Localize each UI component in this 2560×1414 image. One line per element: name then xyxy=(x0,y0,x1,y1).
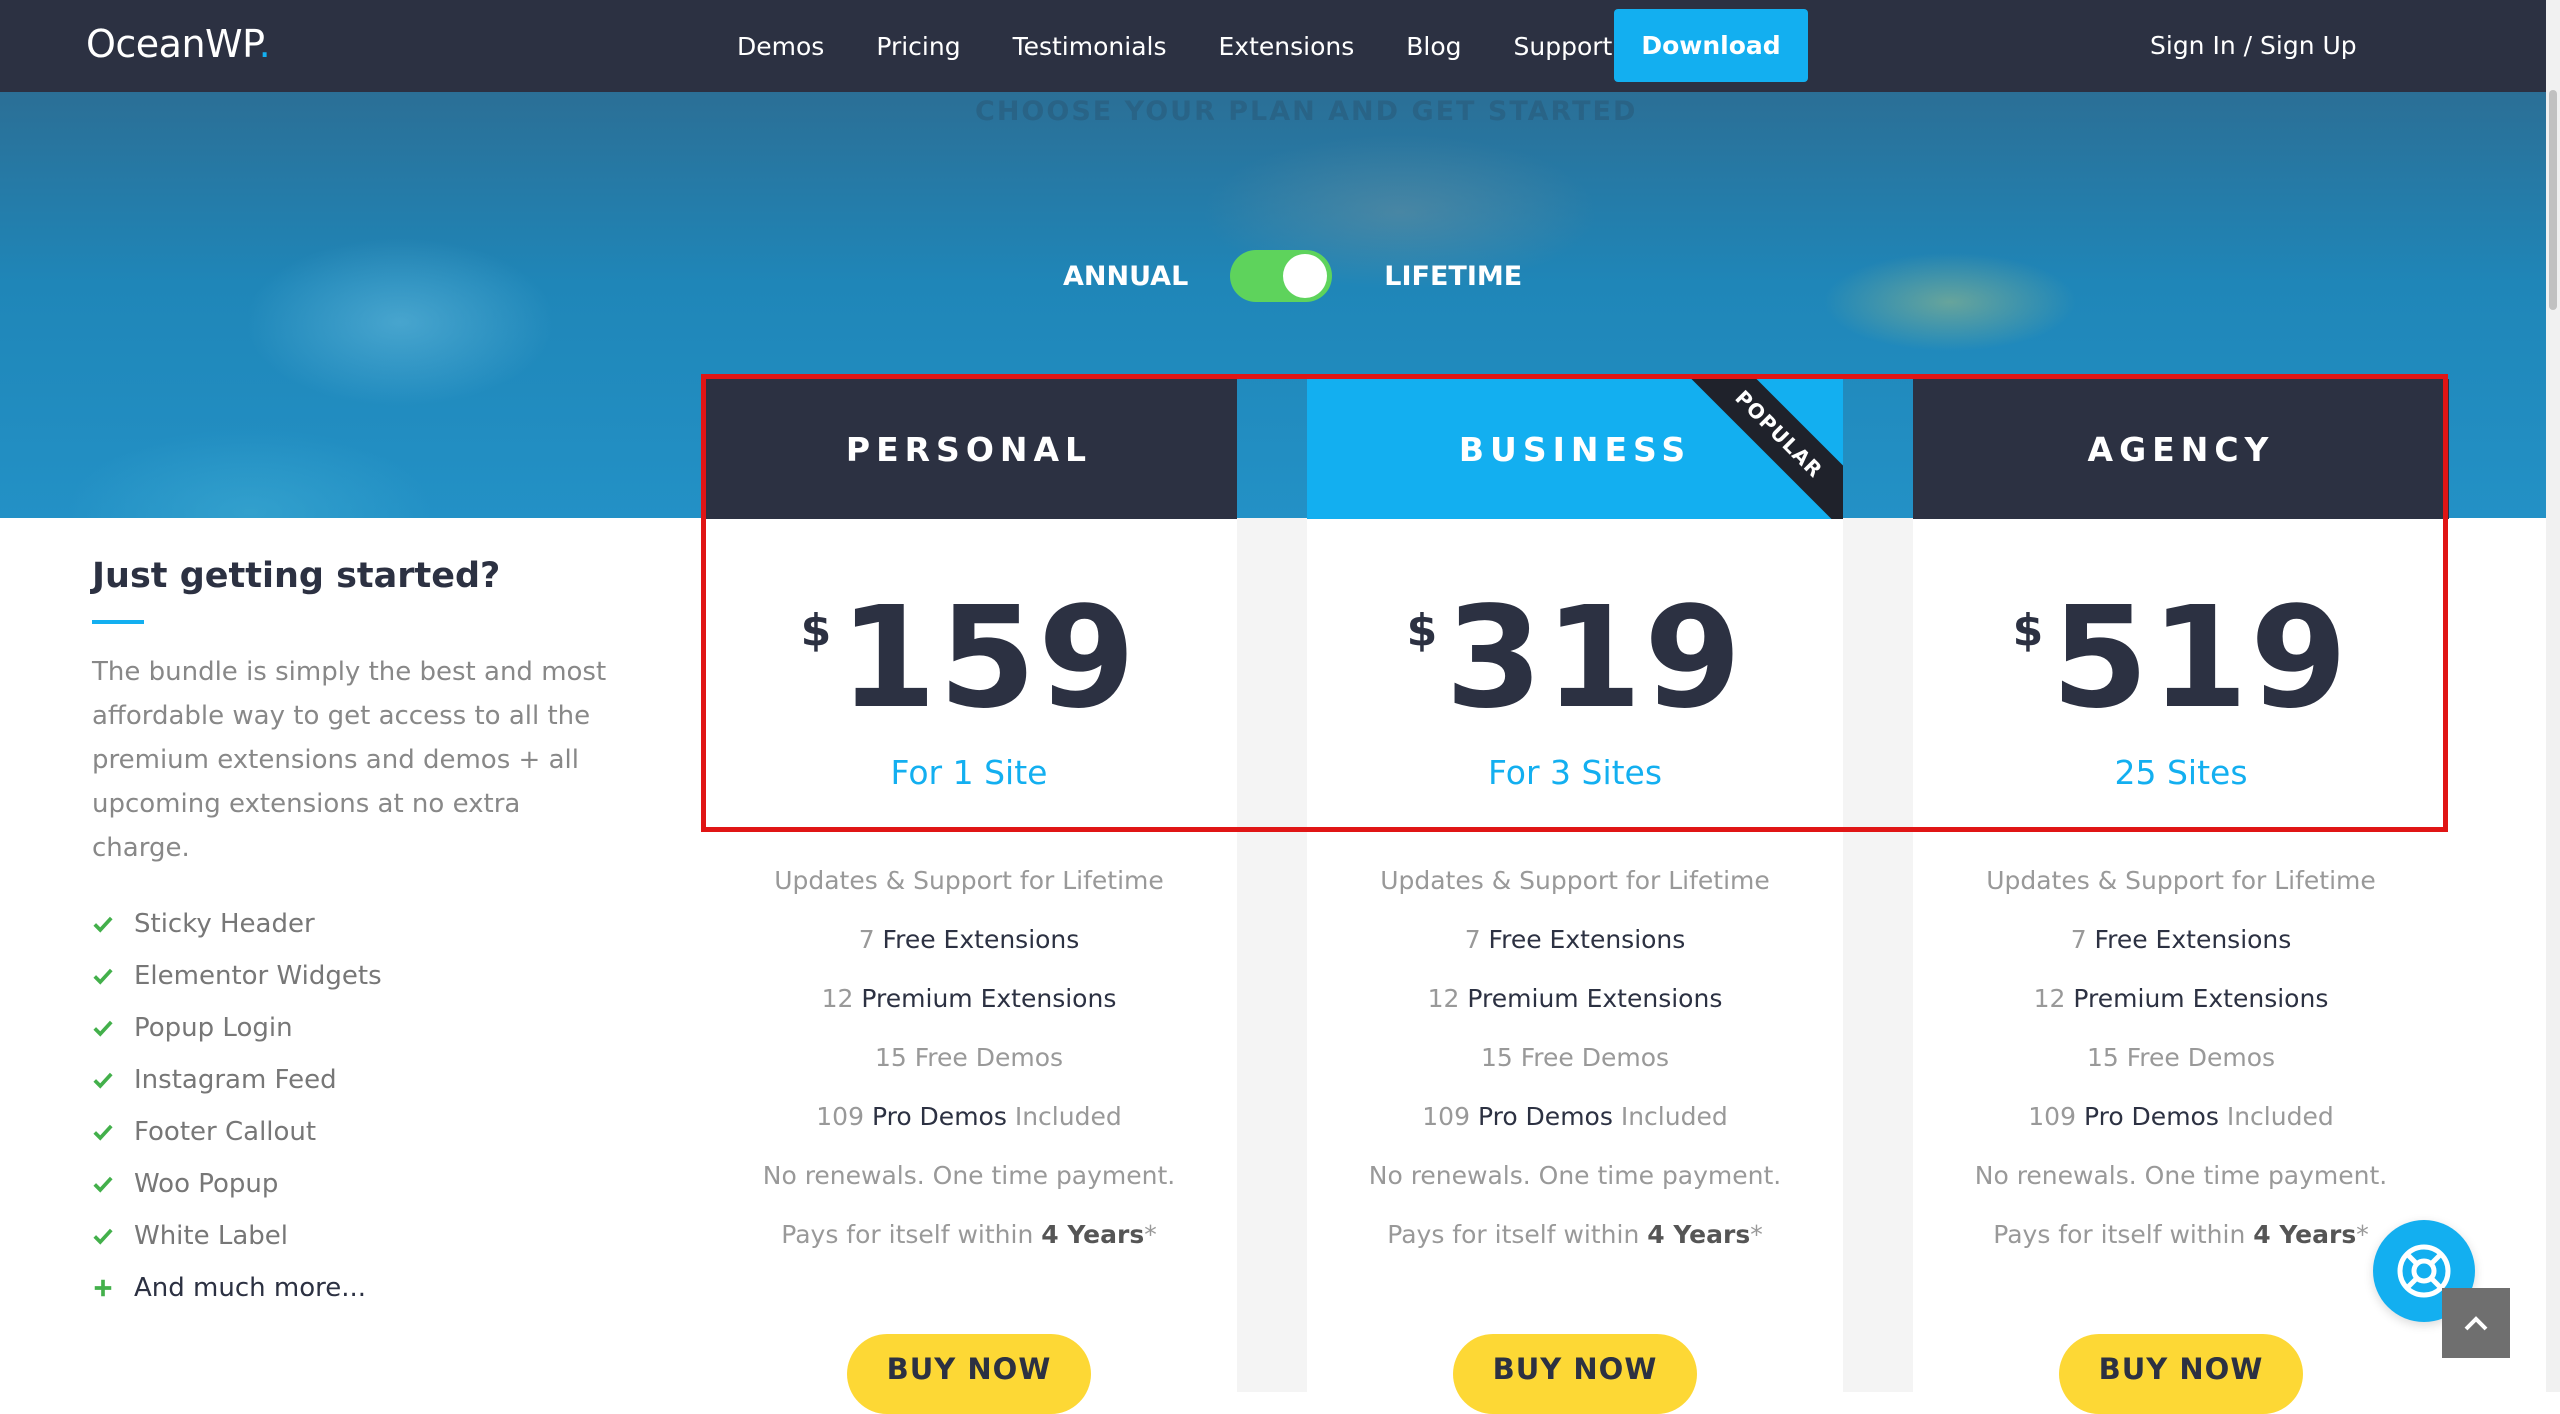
top-navigation-bar: OceanWP. Demos Pricing Testimonials Exte… xyxy=(0,0,2546,92)
sign-in-link[interactable]: Sign In / Sign Up xyxy=(2150,31,2357,60)
bundle-intro: Just getting started? The bundle is simp… xyxy=(92,556,612,1314)
check-icon xyxy=(93,1020,113,1037)
plus-icon xyxy=(94,1279,112,1297)
list-item: Elementor Widgets xyxy=(92,950,612,1002)
list-item: 15 Free Demos xyxy=(874,1043,1064,1072)
switch-knob xyxy=(1283,254,1328,298)
list-item: 15 Free Demos xyxy=(1480,1043,1670,1072)
list-item: 15 Free Demos xyxy=(2086,1043,2276,1072)
list-item: Updates & Support for Lifetime xyxy=(1986,866,2376,895)
list-item: 12 Premium Extensions xyxy=(821,984,1117,1013)
nav-item-testimonials[interactable]: Testimonials xyxy=(1013,32,1167,61)
plan-header: BUSINESS POPULAR xyxy=(1307,379,1843,519)
scroll-to-top-button[interactable] xyxy=(2442,1288,2510,1358)
card-gap xyxy=(1237,518,1307,1392)
plan-header: PERSONAL xyxy=(701,379,1237,519)
nav-item-pricing[interactable]: Pricing xyxy=(876,32,960,61)
toggle-label-lifetime[interactable]: LIFETIME xyxy=(1384,261,1522,292)
card-gap xyxy=(1843,518,1913,1392)
site-count: 25 Sites xyxy=(2114,753,2248,792)
bundle-feature-list: Sticky Header Elementor Widgets Popup Lo… xyxy=(92,898,612,1314)
chevron-up-icon xyxy=(2464,1316,2488,1331)
nav-item-demos[interactable]: Demos xyxy=(737,32,824,61)
list-item: Updates & Support for Lifetime xyxy=(1380,866,1770,895)
billing-switch[interactable] xyxy=(1230,250,1333,302)
list-item: 109 Pro Demos Included xyxy=(2028,1102,2334,1131)
plan-card-business: BUSINESS POPULAR $ 319 For 3 Sites Updat… xyxy=(1307,379,1843,1414)
list-item: Pays for itself within 4 Years* xyxy=(781,1220,1157,1249)
price-amount: 319 xyxy=(1445,577,1744,740)
check-icon xyxy=(93,1228,113,1245)
check-icon xyxy=(93,1176,113,1193)
nav-item-support[interactable]: Support xyxy=(1514,32,1613,61)
intro-title: Just getting started? xyxy=(92,556,501,596)
list-item-more: And much more... xyxy=(92,1262,612,1314)
list-item: Updates & Support for Lifetime xyxy=(774,866,1164,895)
list-item: 7 Free Extensions xyxy=(2070,925,2292,954)
faded-section-heading: CHOOSE YOUR PLAN AND GET STARTED xyxy=(975,96,1638,127)
plan-feature-list: Updates & Support for Lifetime 7 Free Ex… xyxy=(1307,866,1843,1279)
nav-item-extensions[interactable]: Extensions xyxy=(1218,32,1354,61)
list-item: Instagram Feed xyxy=(92,1054,612,1106)
plan-feature-list: Updates & Support for Lifetime 7 Free Ex… xyxy=(701,866,1237,1279)
plan-price: $ 319 xyxy=(1307,589,1843,729)
list-item: White Label xyxy=(92,1210,612,1262)
list-item: No renewals. One time payment. xyxy=(762,1161,1176,1190)
currency-symbol: $ xyxy=(1406,605,1438,656)
list-item: 7 Free Extensions xyxy=(858,925,1080,954)
check-icon xyxy=(93,916,113,933)
billing-toggle: ANNUAL LIFETIME xyxy=(1063,250,1522,302)
list-item: Woo Popup xyxy=(92,1158,612,1210)
plan-card-agency: AGENCY $ 519 25 Sites Updates & Support … xyxy=(1913,379,2449,1414)
site-logo[interactable]: OceanWP. xyxy=(86,22,271,66)
list-item: 109 Pro Demos Included xyxy=(816,1102,1122,1131)
plan-header: AGENCY xyxy=(1913,379,2449,519)
plan-name: PERSONAL xyxy=(845,429,1093,469)
plan-price: $ 159 xyxy=(701,589,1237,729)
list-item: 109 Pro Demos Included xyxy=(1422,1102,1728,1131)
list-item: Pays for itself within 4 Years* xyxy=(1387,1220,1763,1249)
price-amount: 159 xyxy=(839,577,1138,740)
list-item: No renewals. One time payment. xyxy=(1974,1161,2388,1190)
title-underline xyxy=(92,620,144,624)
list-item: No renewals. One time payment. xyxy=(1368,1161,1782,1190)
download-button[interactable]: Download xyxy=(1614,9,1808,82)
list-item: 12 Premium Extensions xyxy=(1427,984,1723,1013)
list-item: Sticky Header xyxy=(92,898,612,950)
buy-now-button[interactable]: BUY NOW xyxy=(2059,1334,2303,1414)
site-count: For 1 Site xyxy=(890,753,1048,792)
plan-card-personal: PERSONAL $ 159 For 1 Site Updates & Supp… xyxy=(701,379,1237,1414)
plan-price: $ 519 xyxy=(1913,589,2449,729)
plan-name: AGENCY xyxy=(2087,429,2275,469)
list-item: 12 Premium Extensions xyxy=(2033,984,2329,1013)
list-item: 7 Free Extensions xyxy=(1464,925,1686,954)
list-item: Popup Login xyxy=(92,1002,612,1054)
popular-ribbon: POPULAR xyxy=(1684,379,1843,519)
plan-feature-list: Updates & Support for Lifetime 7 Free Ex… xyxy=(1913,866,2449,1279)
main-nav: Demos Pricing Testimonials Extensions Bl… xyxy=(737,0,1664,92)
toggle-label-annual[interactable]: ANNUAL xyxy=(1063,261,1188,292)
plan-name: BUSINESS xyxy=(1458,429,1692,469)
scroll-thumb[interactable] xyxy=(2549,90,2557,310)
currency-symbol: $ xyxy=(2012,605,2044,656)
list-item: Pays for itself within 4 Years* xyxy=(1993,1220,2369,1249)
check-icon xyxy=(93,1124,113,1141)
currency-symbol: $ xyxy=(800,605,832,656)
check-icon xyxy=(93,1072,113,1089)
price-amount: 519 xyxy=(2051,577,2350,740)
check-icon xyxy=(93,968,113,985)
buy-now-button[interactable]: BUY NOW xyxy=(847,1334,1091,1414)
list-item: Footer Callout xyxy=(92,1106,612,1158)
nav-item-blog[interactable]: Blog xyxy=(1406,32,1461,61)
buy-now-button[interactable]: BUY NOW xyxy=(1453,1334,1697,1414)
intro-description: The bundle is simply the best and most a… xyxy=(92,657,607,863)
page-scrollbar[interactable] xyxy=(2546,0,2560,1392)
site-count: For 3 Sites xyxy=(1487,753,1663,792)
